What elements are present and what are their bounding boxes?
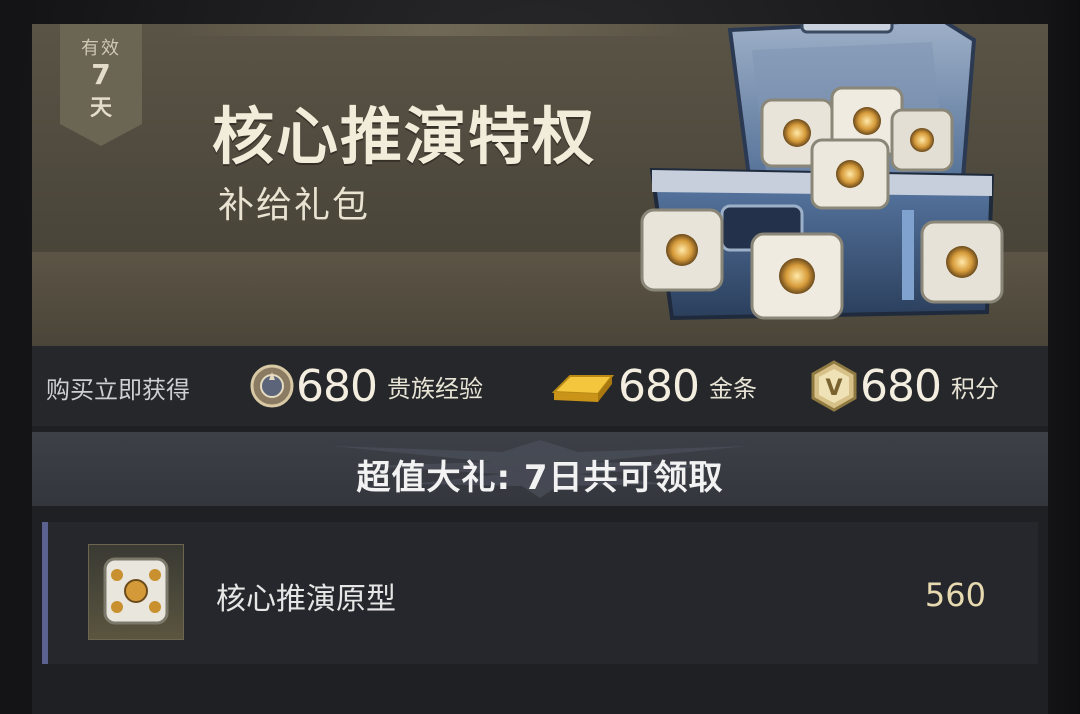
gold-bar-icon	[551, 375, 615, 402]
pack-title: 核心推演特权	[212, 100, 597, 173]
validity-days: 7	[91, 58, 111, 91]
instant-rewards-bar: 购买立即获得 680 贵族经验 680 金条 V 680 积分	[32, 346, 1048, 426]
pack-subtitle: 补给礼包	[218, 185, 371, 226]
reward-name: 积分	[950, 374, 999, 403]
reward-value: 680	[296, 360, 378, 412]
instant-rewards-label: 购买立即获得	[46, 376, 190, 404]
reward-noble-exp: 680 贵族经验	[248, 358, 483, 414]
reward-list-item[interactable]: 核心推演原型 560	[42, 522, 1038, 664]
right-edge	[1048, 0, 1080, 714]
pack-banner: 有效 7 天 核心推演特权 补给礼包	[32, 24, 1048, 346]
v-points-icon: V	[811, 360, 857, 412]
item-name: 核心推演原型	[216, 582, 396, 617]
validity-badge: 有效 7 天	[60, 24, 142, 146]
reward-value: 680	[860, 360, 942, 412]
reward-points: V 680 积分	[808, 358, 999, 414]
noble-emblem-icon	[250, 364, 294, 408]
item-count: 560	[924, 576, 986, 614]
reward-name: 贵族经验	[386, 374, 483, 403]
daily-claim-text: 超值大礼: 7日共可领取	[356, 458, 724, 498]
validity-unit: 天	[89, 96, 112, 121]
reward-gold-bar: 680 金条	[548, 358, 757, 414]
reward-name: 金条	[708, 374, 757, 403]
item-thumbnail	[88, 544, 184, 640]
supply-chest-icon	[640, 24, 1004, 321]
core-cube-icon	[103, 557, 169, 625]
gift-pack-card: 有效 7 天 核心推演特权 补给礼包 购买立即获得 680 贵族经验 680 金…	[32, 24, 1048, 714]
validity-label: 有效	[81, 38, 121, 59]
reward-value: 680	[618, 360, 700, 412]
daily-claim-header: 超值大礼: 7日共可领取	[32, 432, 1048, 506]
svg-text:V: V	[825, 376, 842, 401]
